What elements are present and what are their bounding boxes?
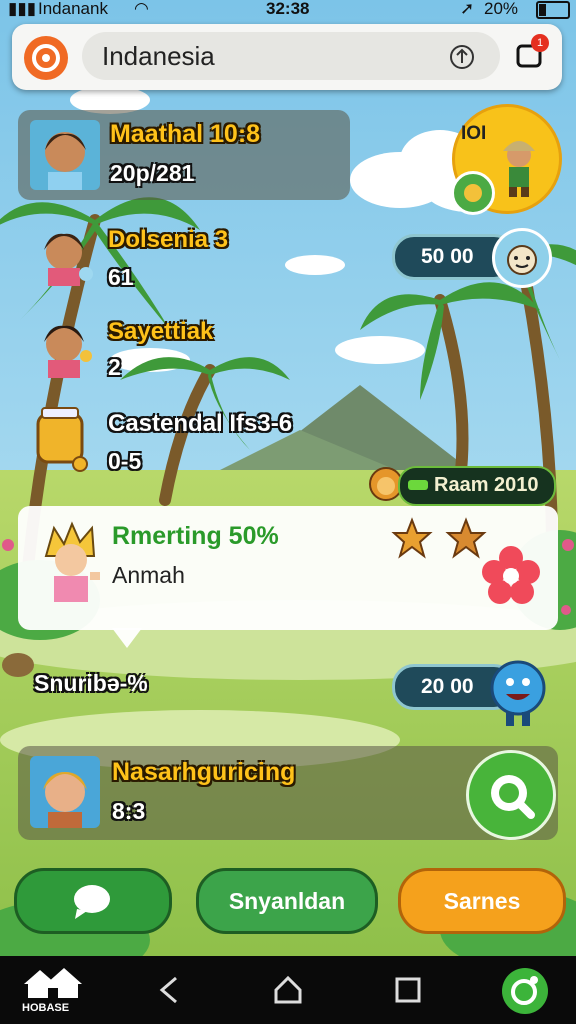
assistant-icon [511,976,538,1005]
signal-icon: ▮▮▮ [8,0,37,18]
pet-avatar-icon[interactable] [492,228,552,288]
wifi-icon: ◠ [134,0,149,18]
player-score: 2 [108,354,121,380]
home-app-button[interactable]: HOBASE [20,962,86,1020]
primary-action-button[interactable]: Sarnes [398,868,566,934]
secondary-action-button[interactable]: Snyanldan [196,868,378,934]
coin-value: 50 00 [421,245,474,268]
my-player-card[interactable]: Nasarhguricing 8:3 [18,746,558,840]
game-scene: ▮▮▮ Indanank ◠ 32:38 ➚ 20% Indanesia 1 M… [0,0,576,1024]
player-score: 20p/281 [110,160,195,186]
location-icon: ➚ [460,0,475,18]
speech-tail [112,628,142,648]
family-house-icon [24,968,82,998]
quest-card[interactable]: Rmerting 50% Anmah [18,506,558,630]
player-name: Sayettiak [108,318,214,345]
hero-avatar [44,521,100,602]
gem-value: 20 00 [421,675,474,698]
honey-jar-icon [36,407,88,472]
quest-title: Rmerting 50% [112,522,279,550]
app-logo-button[interactable] [24,36,68,80]
search-input[interactable]: Indanesia [82,32,500,80]
player-score: 61 [108,264,134,290]
floating-label: Snuribə-% [34,670,148,696]
bird-icon [451,171,495,215]
home-icon[interactable] [270,972,306,1008]
search-icon [491,775,535,819]
back-icon[interactable] [152,972,188,1008]
quest-subtitle: Anmah [112,562,185,588]
player-score: 8:3 [112,798,146,824]
assistant-button[interactable] [502,968,548,1014]
chat-bubble-icon [74,885,110,919]
system-navbar: HOBASE [0,956,576,1024]
player-row[interactable]: Dolsenia 3 61 [30,222,280,292]
player-name: Maathal 10:8 [110,120,261,148]
upload-icon[interactable] [448,43,476,71]
player-name: Castendal Ifs3-6 [108,410,293,437]
battery-icon [536,1,570,19]
chat-button[interactable] [14,868,172,934]
level-text: Raam 2010 [434,474,539,496]
player-avatar [30,120,100,190]
recents-icon[interactable] [390,972,426,1008]
carrier-label: Indanank [38,0,108,18]
status-bar: ▮▮▮ Indanank ◠ 32:38 ➚ 20% [0,0,576,22]
battery-label: 20% [484,0,519,18]
explorer-character-icon [503,141,535,197]
player-avatar [44,325,92,378]
badge-label: IOI [461,123,487,144]
level-bar [408,480,428,490]
character-badge[interactable]: IOI [451,104,562,215]
player-name: Nasarhguricing [112,758,296,786]
notification-badge: 1 [531,34,549,52]
player-avatar [44,233,93,286]
search-value: Indanesia [102,41,215,71]
player-avatar [30,756,100,828]
search-action-button[interactable] [466,750,556,840]
player-score: 0-5 [108,448,142,474]
player-name: Dolsenia 3 [108,226,229,253]
flower-badge-icon[interactable] [480,544,542,606]
level-tag: Raam 2010 [398,466,556,506]
star-item-icon [391,517,433,559]
leader-card[interactable]: Maathal 10:8 20p/281 [18,110,350,200]
monster-pet-icon[interactable] [488,654,552,730]
clock: 32:38 [266,0,310,18]
logo-icon [32,44,60,72]
home-app-label: HOBASE [22,1002,70,1014]
header-bar: Indanesia 1 [12,24,562,90]
player-row[interactable]: Castendal Ifs3-6 0-5 [30,404,330,478]
player-row[interactable]: Sayettiak 2 [30,314,280,384]
notification-button[interactable]: 1 [515,34,549,70]
